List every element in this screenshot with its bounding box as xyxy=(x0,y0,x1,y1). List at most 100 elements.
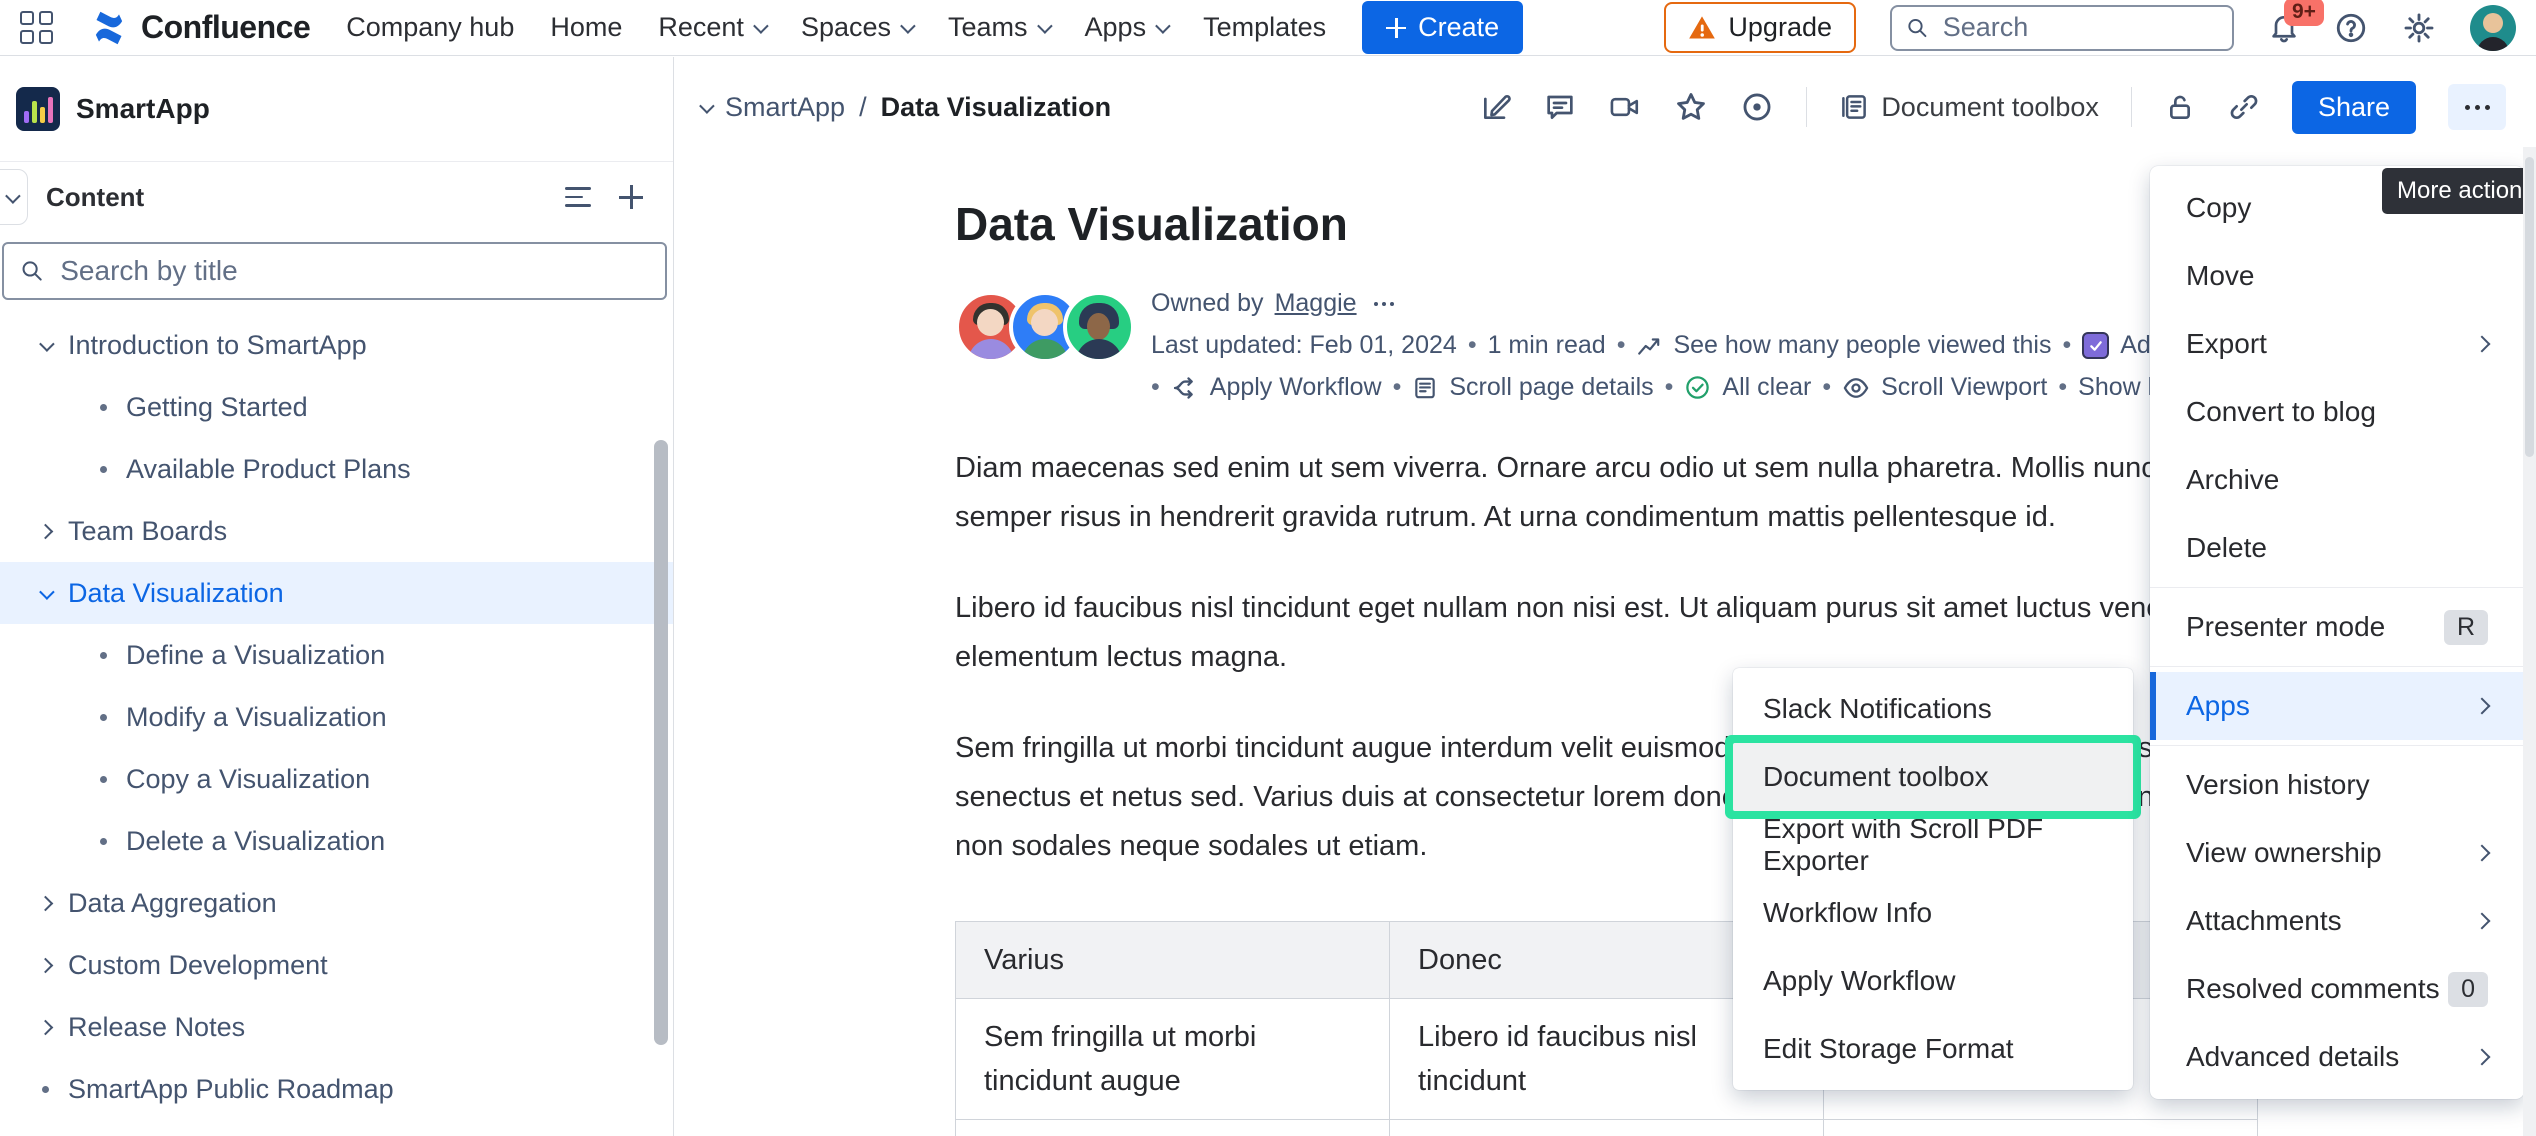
menu-divider xyxy=(2150,666,2524,667)
submenu-item-edit-storage-format[interactable]: Edit Storage Format xyxy=(1733,1015,2133,1083)
comment-icon[interactable] xyxy=(1544,91,1576,123)
chevron-right-icon xyxy=(2474,1049,2491,1066)
sidebar-item-getting-started[interactable]: Getting Started xyxy=(0,376,673,438)
nav-home[interactable]: Home xyxy=(550,12,622,43)
sidebar-item-copy-a-visualization[interactable]: Copy a Visualization xyxy=(0,748,673,810)
menu-item-apps[interactable]: Apps xyxy=(2150,672,2524,740)
submenu-item-document-toolbox[interactable]: Document toolbox xyxy=(1733,743,2133,811)
owner-link[interactable]: Maggie xyxy=(1275,289,1357,318)
sidebar-item-data-visualization[interactable]: Data Visualization xyxy=(0,562,673,624)
chevron-down-icon[interactable] xyxy=(699,98,715,114)
settings-button[interactable] xyxy=(2402,11,2436,45)
menu-item-export[interactable]: Export xyxy=(2150,310,2524,378)
submenu-item-export-scroll-pdf[interactable]: Export with Scroll PDF Exporter xyxy=(1733,811,2133,879)
all-clear-status[interactable]: All clear xyxy=(1722,373,1811,402)
confluence-logo[interactable]: Confluence xyxy=(89,8,310,48)
help-button[interactable] xyxy=(2334,11,2368,45)
menu-item-resolved-comments[interactable]: Resolved comments0 xyxy=(2150,955,2524,1023)
paragraph: Diam maecenas sed enim ut sem viverra. O… xyxy=(955,444,2258,542)
filter-icon[interactable] xyxy=(565,187,591,207)
menu-item-view-ownership[interactable]: View ownership xyxy=(2150,819,2524,887)
menu-item-attachments[interactable]: Attachments xyxy=(2150,887,2524,955)
menu-item-advanced-details[interactable]: Advanced details xyxy=(2150,1023,2524,1091)
scroll-viewport-link[interactable]: Scroll Viewport xyxy=(1881,373,2047,402)
sidebar-item-data-aggregation[interactable]: Data Aggregation xyxy=(0,872,673,934)
menu-item-archive[interactable]: Archive xyxy=(2150,446,2524,514)
nav-templates[interactable]: Templates xyxy=(1203,12,1326,43)
apps-submenu: Slack Notifications Document toolbox Exp… xyxy=(1733,668,2133,1090)
breadcrumb-page[interactable]: Data Visualization xyxy=(881,92,1112,123)
avatar xyxy=(1063,291,1135,363)
link-icon[interactable] xyxy=(2228,91,2260,123)
video-icon[interactable] xyxy=(1608,91,1642,123)
bullet-icon xyxy=(88,776,118,783)
sidebar-item-define-a-visualization[interactable]: Define a Visualization xyxy=(0,624,673,686)
app-switcher-icon[interactable] xyxy=(20,11,53,44)
sidebar-item-smartapp-public-roadmap[interactable]: SmartApp Public Roadmap xyxy=(0,1058,673,1120)
sidebar-item-introduction[interactable]: Introduction to SmartApp xyxy=(0,314,673,376)
owned-by-label: Owned by xyxy=(1151,289,1264,318)
user-avatar[interactable] xyxy=(2470,5,2516,51)
page-title: Data Visualization xyxy=(955,197,2258,251)
upgrade-button[interactable]: Upgrade xyxy=(1664,2,1856,53)
breadcrumb-space[interactable]: SmartApp xyxy=(725,92,845,123)
nav-teams[interactable]: Teams xyxy=(948,12,1049,43)
views-link[interactable]: See how many people viewed this xyxy=(1673,331,2051,360)
menu-item-move[interactable]: Move xyxy=(2150,242,2524,310)
menu-item-delete[interactable]: Delete xyxy=(2150,514,2524,582)
contributor-avatars[interactable] xyxy=(955,287,1135,402)
count-badge: 0 xyxy=(2448,972,2488,1007)
menu-item-convert-to-blog[interactable]: Convert to blog xyxy=(2150,378,2524,446)
watch-icon[interactable] xyxy=(1740,90,1774,124)
nav-recent[interactable]: Recent xyxy=(658,12,765,43)
sidebar-scrollbar-thumb[interactable] xyxy=(654,440,668,1045)
star-icon[interactable] xyxy=(1674,90,1708,124)
sidebar-search[interactable] xyxy=(2,242,667,300)
share-button[interactable]: Share xyxy=(2292,81,2416,134)
nav-apps[interactable]: Apps xyxy=(1085,12,1168,43)
sidebar-search-input[interactable] xyxy=(58,254,649,288)
nav-spaces[interactable]: Spaces xyxy=(801,12,912,43)
more-actions-menu: Copy Move Export Convert to blog Archive… xyxy=(2150,166,2524,1099)
sidebar-item-custom-development[interactable]: Custom Development xyxy=(0,934,673,996)
sidebar-item-how-to-articles[interactable]: How-to articles xyxy=(0,1120,673,1136)
apply-workflow-link[interactable]: Apply Workflow xyxy=(1210,373,1382,402)
space-header[interactable]: SmartApp xyxy=(0,57,673,162)
byline-overflow-icon[interactable] xyxy=(1374,302,1394,306)
bullet-icon xyxy=(30,1086,60,1093)
add-page-button[interactable] xyxy=(619,185,643,209)
menu-item-version-history[interactable]: Version history xyxy=(2150,751,2524,819)
submenu-item-workflow-info[interactable]: Workflow Info xyxy=(1733,879,2133,947)
byline: Owned by Maggie Last updated: Feb 01, 20… xyxy=(955,287,2258,402)
page-scrollbar[interactable] xyxy=(2523,147,2536,1136)
bullet-icon xyxy=(88,714,118,721)
page-details-icon xyxy=(1412,375,1438,401)
page-scrollbar-thumb[interactable] xyxy=(2525,157,2534,457)
edit-icon[interactable] xyxy=(1480,91,1512,123)
chevron-down-icon xyxy=(900,18,916,34)
notifications-button[interactable]: 9+ xyxy=(2268,12,2300,44)
global-search[interactable] xyxy=(1890,5,2234,51)
sidebar-item-team-boards[interactable]: Team Boards xyxy=(0,500,673,562)
divider xyxy=(1806,87,1807,127)
sidebar-item-release-notes[interactable]: Release Notes xyxy=(0,996,673,1058)
create-button[interactable]: Create xyxy=(1362,1,1523,54)
more-actions-button[interactable] xyxy=(2448,84,2506,130)
space-name: SmartApp xyxy=(76,93,210,125)
unlock-icon[interactable] xyxy=(2164,91,2196,123)
analytics-icon xyxy=(1636,333,1662,359)
sidebar-collapse-button[interactable] xyxy=(0,169,28,225)
sidebar-item-available-product-plans[interactable]: Available Product Plans xyxy=(0,438,673,500)
scroll-page-details-link[interactable]: Scroll page details xyxy=(1449,373,1653,402)
sidebar-item-delete-a-visualization[interactable]: Delete a Visualization xyxy=(0,810,673,872)
submenu-item-apply-workflow[interactable]: Apply Workflow xyxy=(1733,947,2133,1015)
nav-company-hub[interactable]: Company hub xyxy=(346,12,514,43)
viewport-eye-icon xyxy=(1842,374,1870,402)
sidebar-item-modify-a-visualization[interactable]: Modify a Visualization xyxy=(0,686,673,748)
menu-item-presenter-mode[interactable]: Presenter modeR xyxy=(2150,593,2524,661)
submenu-item-slack-notifications[interactable]: Slack Notifications xyxy=(1733,675,2133,743)
document-toolbox-button[interactable]: Document toolbox xyxy=(1839,92,2099,123)
chevron-right-icon xyxy=(30,898,60,909)
global-search-input[interactable] xyxy=(1941,11,2218,44)
document-toolbox-icon xyxy=(1839,92,1869,122)
